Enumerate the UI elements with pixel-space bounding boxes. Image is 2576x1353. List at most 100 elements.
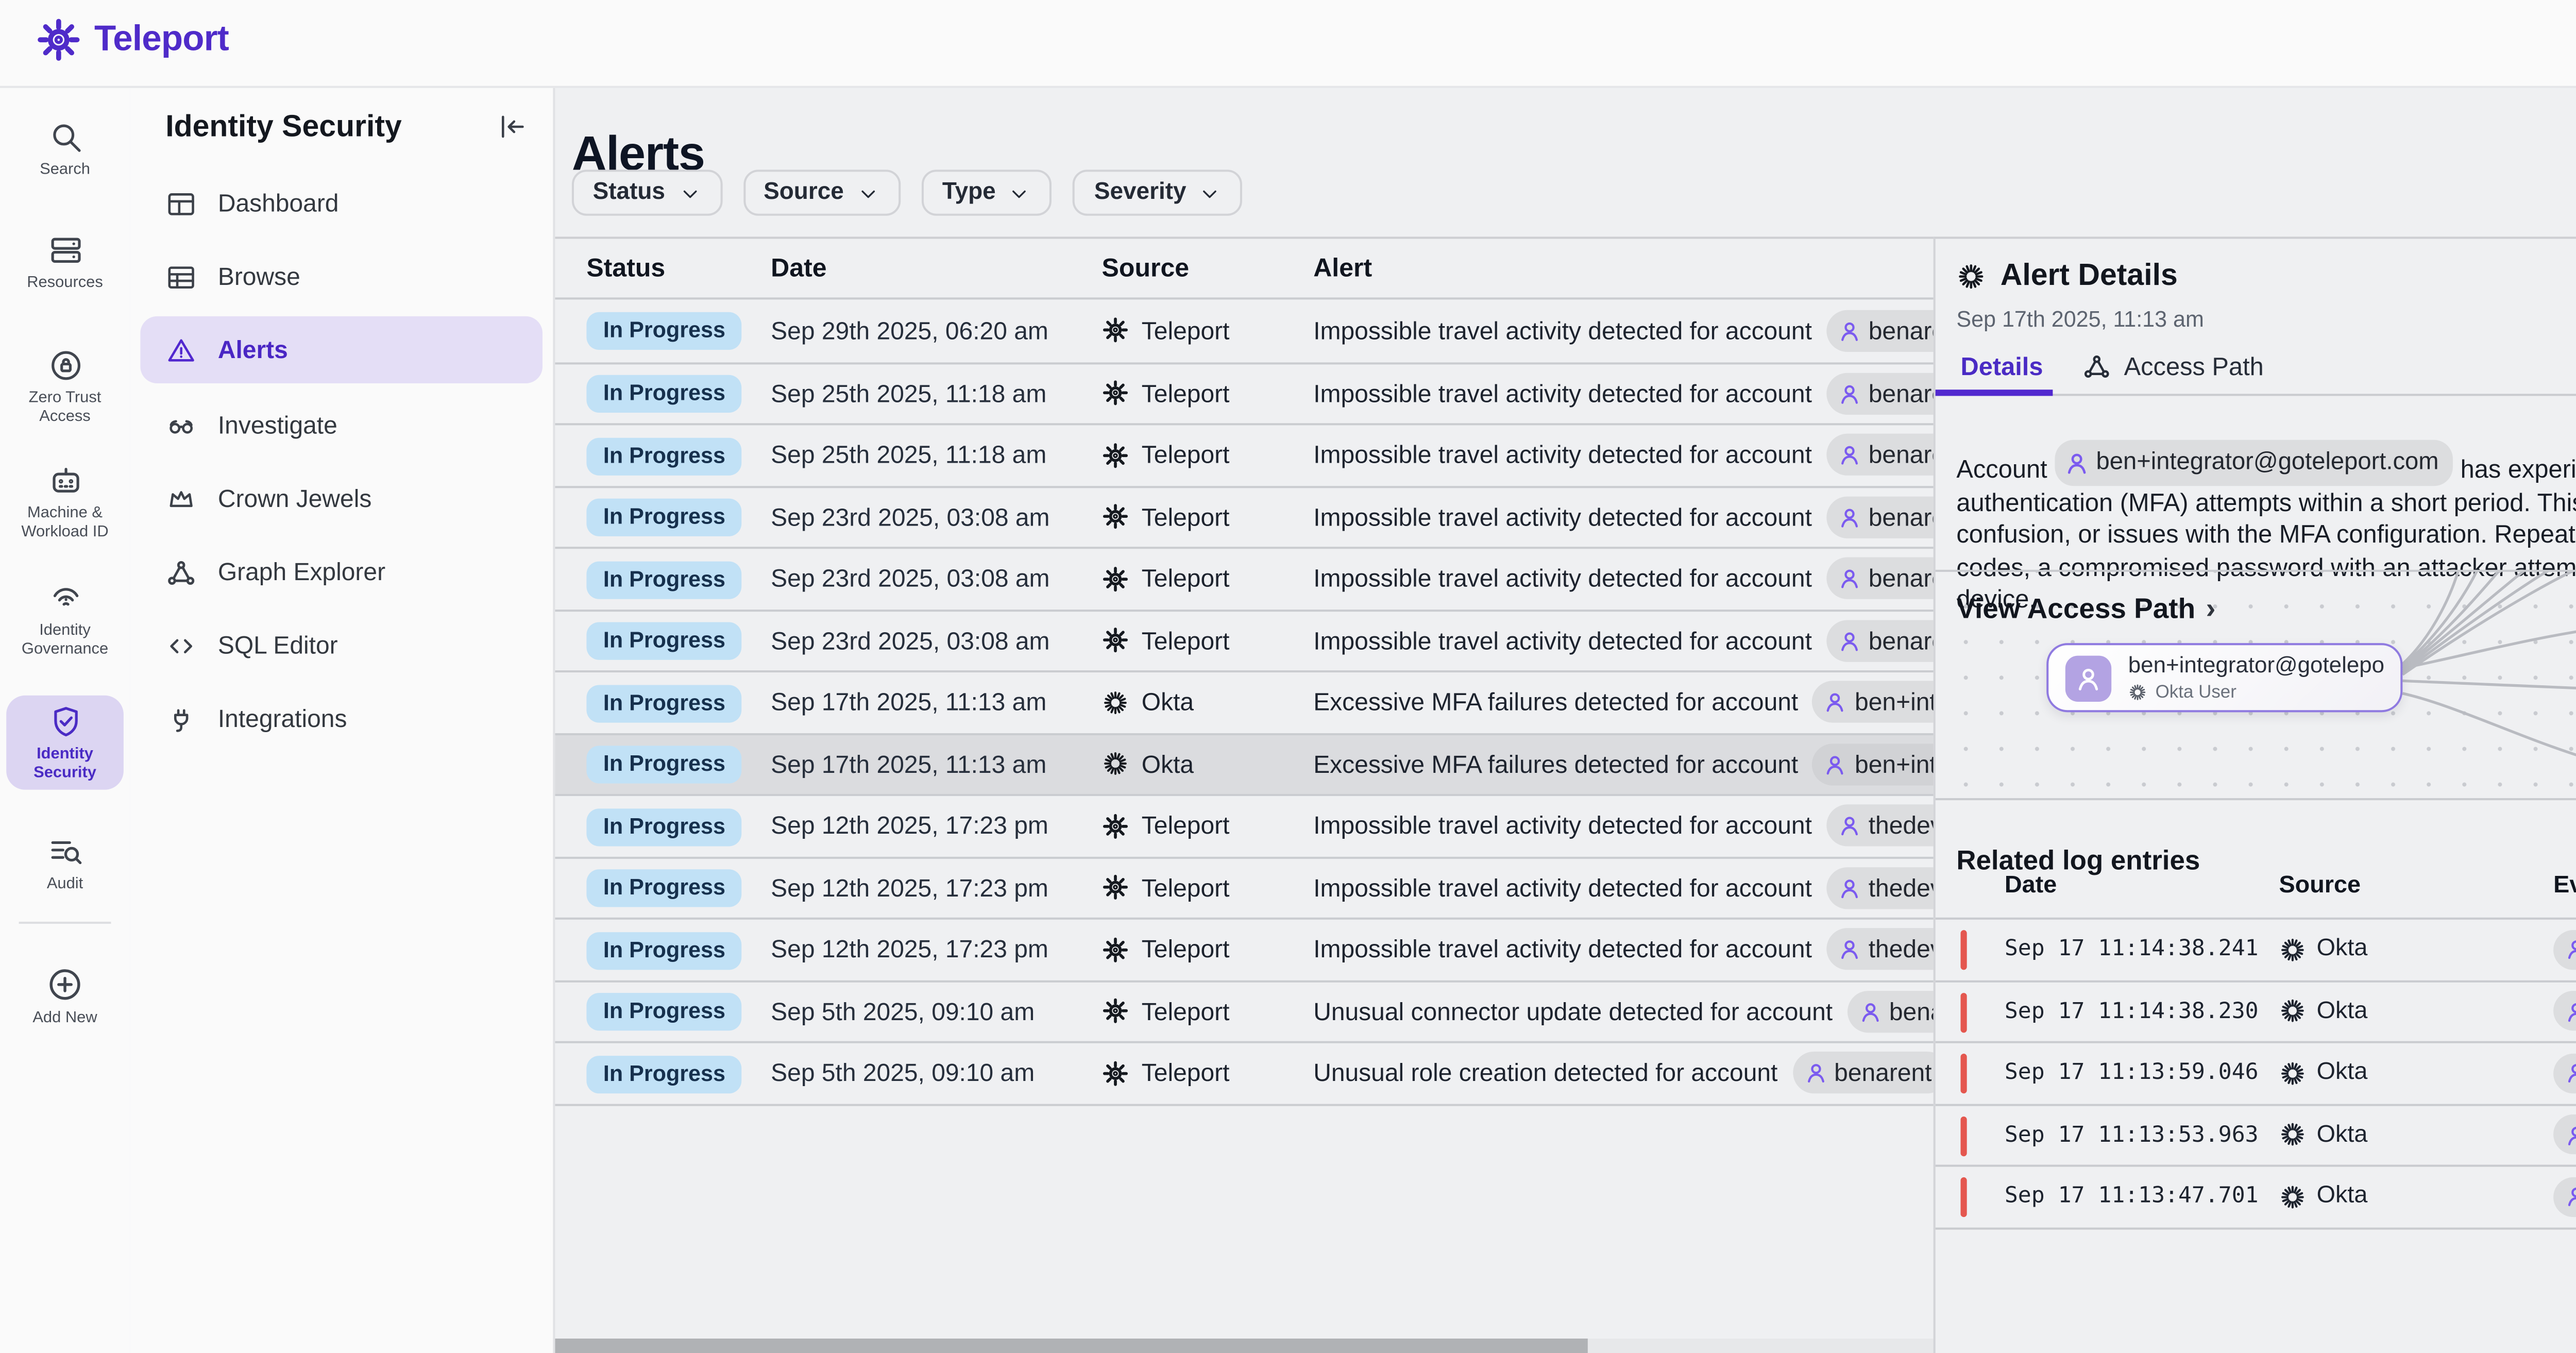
account-chip[interactable]: benarent — [1848, 990, 1934, 1032]
tab-access-path[interactable]: Access Path — [2082, 352, 2264, 381]
subnav-item-alerts[interactable]: Alerts — [140, 316, 543, 383]
account-chip[interactable]: benarent — [1826, 434, 1933, 476]
account-chip[interactable]: ben+integrator@goteleport.com — [1813, 681, 1934, 723]
account-chip[interactable]: thedevelopnik — [1826, 928, 1933, 970]
alert-table-row[interactable]: In Progress Sep 12th 2025, 17:23 pm Tele… — [553, 918, 1933, 979]
account-chip[interactable]: ben+integrator@goteleport.com — [2553, 1115, 2576, 1155]
account-chip[interactable]: thedevelopnik — [1826, 805, 1933, 847]
okta-icon — [1102, 689, 1129, 716]
subnav-item-integrations[interactable]: Integrations — [140, 687, 543, 750]
alert-date: Sep 12th 2025, 17:23 pm — [771, 935, 1101, 964]
sidebar-item-resources[interactable]: Resources — [6, 224, 124, 301]
log-table-row[interactable]: Sep 17 11:13:53.963 Okta ben+integrator@… — [1936, 1105, 2576, 1167]
tab-details[interactable]: Details — [1960, 352, 2043, 381]
sidebar-item-add-new[interactable]: Add New — [6, 957, 124, 1036]
alert-table-row[interactable]: In Progress Sep 17th 2025, 11:13 am Okta… — [553, 670, 1933, 732]
plus-circle-icon — [46, 966, 83, 1003]
subnav-item-graph-explorer[interactable]: Graph Explorer — [140, 540, 543, 603]
subnav-item-crown-jewels[interactable]: Crown Jewels — [140, 467, 543, 530]
sidebar-item-identity-governance[interactable]: Identity Governance — [6, 572, 124, 667]
alert-text: Impossible travel activity detected for … — [1313, 935, 1812, 964]
person-icon — [1837, 814, 1862, 839]
log-table-row[interactable]: Sep 17 11:14:38.241 Okta ben+integrator@… — [1936, 920, 2576, 982]
alert-text: Impossible travel activity detected for … — [1313, 379, 1812, 408]
subnav-item-investigate[interactable]: Investigate — [140, 394, 543, 456]
alert-table-row[interactable]: In Progress Sep 25th 2025, 11:18 am Tele… — [553, 361, 1933, 423]
alert-date: Sep 23rd 2025, 03:08 am — [771, 626, 1101, 655]
severity-marker — [1960, 992, 1967, 1031]
chevron-down-icon — [1199, 181, 1222, 205]
account-chip[interactable]: ben+integrator@goteleport.com — [2054, 440, 2453, 486]
alert-source: Teleport — [1102, 811, 1314, 840]
account-chip[interactable]: ben+integrator@goteleport.com — [2553, 991, 2576, 1031]
person-icon — [1837, 318, 1862, 343]
log-table-row[interactable]: Sep 17 11:13:59.046 Okta ben+integrator@… — [1936, 1043, 2576, 1105]
account-chip[interactable]: benarent — [1826, 557, 1933, 599]
log-source: Okta — [2279, 936, 2367, 963]
alert-table-row[interactable]: In Progress Sep 12th 2025, 17:23 pm Tele… — [553, 794, 1933, 856]
account-chip[interactable]: benarent — [1826, 373, 1933, 414]
alert-table-row[interactable]: In Progress Sep 25th 2025, 11:18 am Tele… — [553, 423, 1933, 485]
subnav-item-browse[interactable]: Browse — [140, 245, 543, 308]
person-icon — [2564, 1184, 2576, 1209]
log-event: ben+integrator@goteleport.com logged int… — [2553, 991, 2576, 1031]
account-chip[interactable]: benarent — [1826, 496, 1933, 538]
alert-table-row[interactable]: In Progress Sep 23rd 2025, 03:08 am Tele… — [553, 608, 1933, 670]
account-chip[interactable]: benarent — [1792, 1052, 1934, 1094]
log-date: Sep 17 11:13:47.701 — [2005, 1184, 2259, 1209]
alert-table-row[interactable]: In Progress Sep 5th 2025, 09:10 am Telep… — [553, 979, 1933, 1041]
subnav-item-sql-editor[interactable]: SQL Editor — [140, 614, 543, 676]
teleport-gear-icon — [36, 17, 81, 63]
alert-source: Teleport — [1102, 873, 1314, 902]
account-chip[interactable]: ben+integrator@goteleport.com — [2553, 1177, 2576, 1216]
alert-table-row[interactable]: In Progress Sep 23rd 2025, 03:08 am Tele… — [553, 485, 1933, 547]
okta-icon — [1102, 751, 1129, 778]
sidebar-item-zero-trust-access[interactable]: Zero Trust Access — [6, 340, 124, 434]
graph-node-okta-user[interactable]: ben+integrator@goteleport.c... Okta User — [2046, 643, 2402, 712]
horizontal-scrollbar-thumb[interactable] — [553, 1339, 1587, 1353]
account-chip[interactable]: ben+integrator@goteleport.com — [2553, 929, 2576, 969]
status-badge: In Progress — [586, 808, 742, 845]
okta-icon — [1956, 262, 1986, 291]
sidebar-item-search[interactable]: Search — [6, 111, 124, 188]
alert-date: Sep 25th 2025, 11:18 am — [771, 379, 1101, 408]
status-badge: In Progress — [586, 376, 742, 413]
identity-security-subnav: Identity Security Dashboard Browse Alert… — [130, 86, 555, 1353]
status-filter-button[interactable]: Status — [572, 170, 722, 215]
account-chip[interactable]: benarent — [1826, 310, 1933, 351]
alert-table-row[interactable]: In Progress Sep 29th 2025, 06:20 am Tele… — [553, 299, 1933, 361]
alert-date: Sep 17th 2025, 11:13 am — [771, 688, 1101, 717]
account-chip[interactable]: ben+integrator@goteleport.com — [1813, 743, 1934, 785]
alert-date: Sep 5th 2025, 09:10 am — [771, 1058, 1101, 1088]
teleport-logo[interactable]: Teleport — [36, 17, 229, 63]
log-table-row[interactable]: Sep 17 11:13:47.701 Okta ben+integrator@… — [1936, 1167, 2576, 1229]
sidebar-item-audit[interactable]: Audit — [6, 825, 124, 902]
collapse-sidebar-icon[interactable] — [497, 111, 528, 142]
log-event: ben+integrator@goteleport.com logged int… — [2553, 1053, 2576, 1093]
account-chip[interactable]: benarent — [1826, 619, 1933, 661]
source-filter-button[interactable]: Source — [742, 170, 900, 215]
crown-icon — [165, 483, 197, 514]
alert-table-row[interactable]: In Progress Sep 5th 2025, 09:10 am Telep… — [553, 1041, 1933, 1103]
severity-filter-button[interactable]: Severity — [1073, 170, 1243, 215]
access-path-preview[interactable]: View Access Path › ben+integrator@gotele… — [1936, 570, 2576, 800]
teleport-gear-icon — [1102, 812, 1129, 839]
severity-marker — [1960, 1177, 1967, 1217]
log-table-row[interactable]: Sep 17 11:14:38.230 Okta ben+integrator@… — [1936, 982, 2576, 1043]
lock-circle-icon — [47, 348, 82, 383]
chevron-down-icon — [677, 181, 701, 205]
sidebar-item-identity-security[interactable]: Identity Security — [6, 696, 124, 790]
teleport-gear-icon — [1102, 380, 1129, 407]
sidebar-item-machine-workload-id[interactable]: Machine & Workload ID — [6, 454, 124, 549]
account-chip[interactable]: thedevelopnik — [1826, 867, 1933, 908]
alert-table-row[interactable]: In Progress Sep 17th 2025, 11:13 am Okta… — [553, 732, 1933, 794]
robot-icon — [47, 463, 82, 499]
account-chip[interactable]: ben+integrator@goteleport.com — [2553, 1053, 2576, 1093]
severity-marker — [1960, 1054, 1967, 1093]
log-date: Sep 17 11:14:38.241 — [2005, 937, 2259, 962]
alert-table-row[interactable]: In Progress Sep 12th 2025, 17:23 pm Tele… — [553, 856, 1933, 918]
alert-table-row[interactable]: In Progress Sep 23rd 2025, 03:08 am Tele… — [553, 547, 1933, 608]
view-access-path-link[interactable]: View Access Path › — [1956, 591, 2215, 624]
type-filter-button[interactable]: Type — [921, 170, 1052, 215]
subnav-item-dashboard[interactable]: Dashboard — [140, 172, 543, 234]
